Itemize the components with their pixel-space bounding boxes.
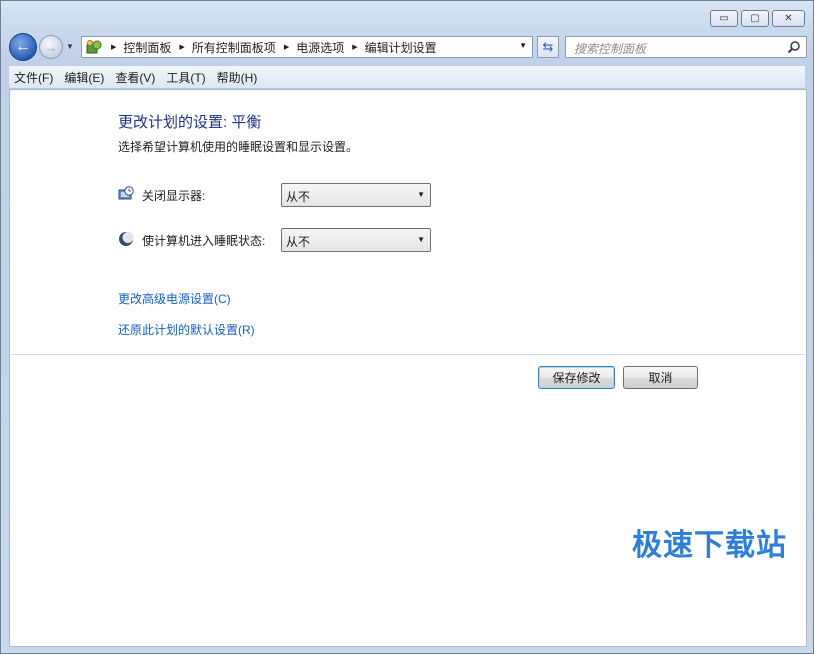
- navigation-bar: ← → ▼ ▶ 控制面板 ▶ 所有控制面板项 ▶ 电源选项 ▶ 编辑计划设置 ▼…: [9, 33, 807, 61]
- minimize-button[interactable]: ▭: [710, 10, 738, 27]
- breadcrumb-item-power-options[interactable]: 电源选项: [296, 39, 344, 56]
- menu-view[interactable]: 查看(V): [110, 69, 160, 86]
- watermark: 极速下载站: [632, 529, 787, 562]
- maximize-button[interactable]: ▢: [741, 10, 769, 27]
- breadcrumb: 控制面板 ▶ 所有控制面板项 ▶ 电源选项 ▶ 编辑计划设置: [123, 39, 436, 56]
- refresh-icon: ⇆: [542, 39, 554, 54]
- page-title: 更改计划的设置: 平衡: [118, 114, 262, 131]
- control-panel-icon: [86, 40, 102, 54]
- breadcrumb-separator-icon[interactable]: ▶: [284, 43, 289, 51]
- divider: [10, 354, 806, 355]
- display-off-value: 从不: [286, 190, 311, 204]
- search-icon[interactable]: [787, 40, 801, 54]
- explorer-window: ▭ ▢ ✕ ← → ▼ ▶ 控制面板 ▶ 所有控制面板项 ▶ 电源选项 ▶ 编辑…: [0, 0, 814, 654]
- page-subtitle: 选择希望计算机使用的睡眠设置和显示设置。: [118, 140, 359, 154]
- sleep-value: 从不: [286, 235, 311, 249]
- address-bar[interactable]: ▶ 控制面板 ▶ 所有控制面板项 ▶ 电源选项 ▶ 编辑计划设置 ▼: [81, 36, 533, 58]
- menu-help[interactable]: 帮助(H): [212, 69, 263, 86]
- cancel-button[interactable]: 取消: [623, 366, 698, 389]
- menu-edit[interactable]: 编辑(E): [59, 69, 109, 86]
- window-controls: ▭ ▢ ✕: [707, 10, 805, 27]
- restore-defaults-link[interactable]: 还原此计划的默认设置(R): [118, 321, 255, 338]
- breadcrumb-item-control-panel[interactable]: 控制面板: [123, 39, 171, 56]
- menu-bar: 文件(F) 编辑(E) 查看(V) 工具(T) 帮助(H): [9, 66, 805, 89]
- breadcrumb-separator-icon[interactable]: ▶: [179, 43, 184, 51]
- refresh-button[interactable]: ⇆: [537, 36, 559, 58]
- sleep-select[interactable]: 从不 ▼: [281, 228, 431, 252]
- search-placeholder: 搜索控制面板: [574, 42, 647, 56]
- chevron-down-icon: ▼: [66, 41, 74, 51]
- chevron-down-icon: ▼: [417, 190, 425, 199]
- save-button[interactable]: 保存修改: [538, 366, 615, 389]
- address-dropdown-icon[interactable]: ▼: [519, 41, 527, 50]
- recent-pages-button[interactable]: ▼: [66, 39, 76, 53]
- display-off-select[interactable]: 从不 ▼: [281, 183, 431, 207]
- close-button[interactable]: ✕: [772, 10, 805, 27]
- content-pane: 更改计划的设置: 平衡 选择希望计算机使用的睡眠设置和显示设置。 关闭显示器: …: [9, 89, 807, 647]
- sleep-label: 使计算机进入睡眠状态:: [142, 234, 266, 248]
- monitor-clock-icon: [118, 186, 134, 200]
- sleep-moon-icon: [119, 232, 134, 246]
- back-button[interactable]: ←: [9, 33, 37, 61]
- breadcrumb-item-edit-plan[interactable]: 编辑计划设置: [365, 39, 437, 56]
- search-input[interactable]: 搜索控制面板: [565, 36, 807, 58]
- menu-file[interactable]: 文件(F): [9, 69, 58, 86]
- chevron-down-icon: ▼: [417, 235, 425, 244]
- display-off-label: 关闭显示器:: [142, 189, 206, 203]
- forward-arrow-icon: →: [44, 39, 58, 55]
- breadcrumb-separator-icon[interactable]: ▶: [352, 43, 357, 51]
- forward-button[interactable]: →: [39, 35, 63, 59]
- back-arrow-icon: ←: [15, 38, 31, 55]
- menu-tools[interactable]: 工具(T): [161, 69, 210, 86]
- advanced-settings-link[interactable]: 更改高级电源设置(C): [118, 290, 231, 307]
- breadcrumb-item-all-items[interactable]: 所有控制面板项: [192, 39, 276, 56]
- breadcrumb-separator-icon[interactable]: ▶: [111, 43, 116, 51]
